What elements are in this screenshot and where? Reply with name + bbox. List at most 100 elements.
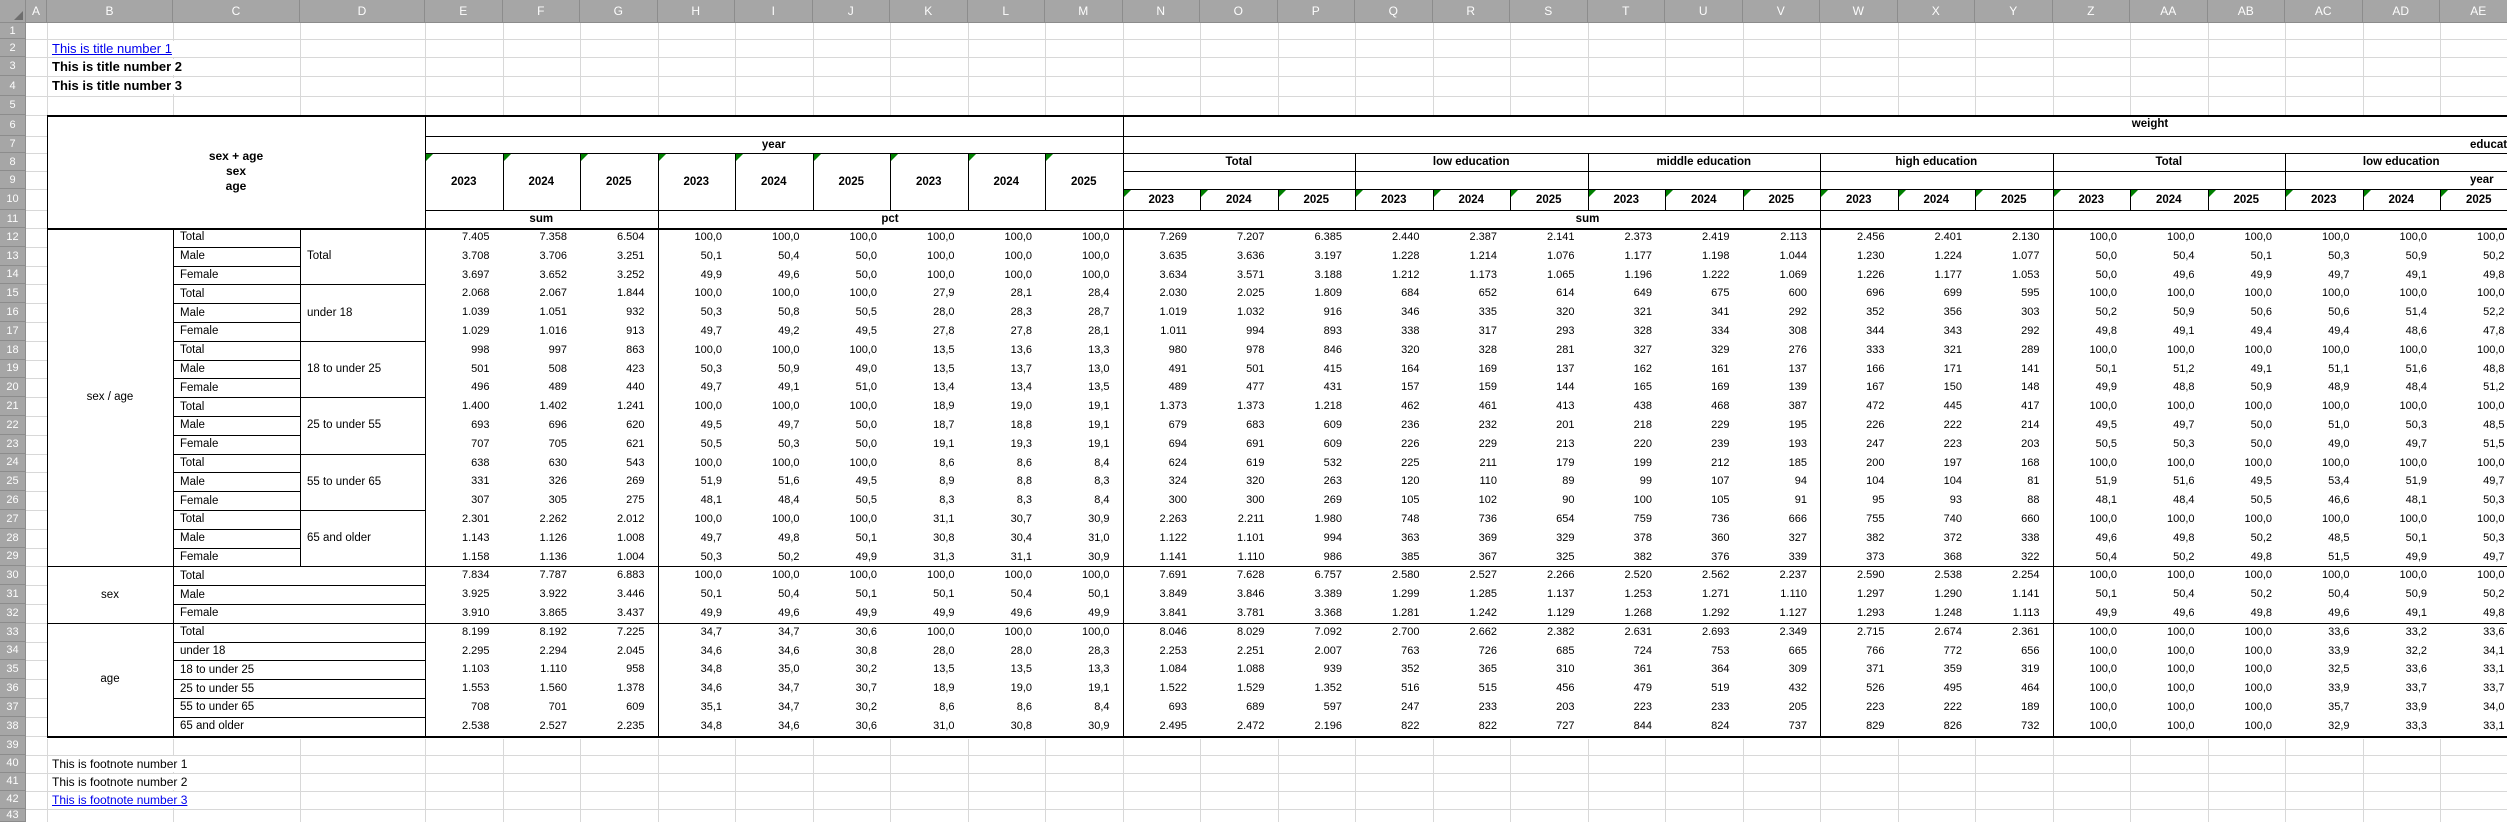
cell-r12c13[interactable]: 2.387 <box>1433 228 1511 247</box>
cell-r31c20[interactable]: 1.141 <box>1975 585 2053 604</box>
cell-r37c11[interactable]: 597 <box>1278 698 1356 717</box>
cell-r35c16[interactable]: 364 <box>1665 660 1743 679</box>
cell-r29c26[interactable]: 49,7 <box>2440 548 2507 567</box>
cell-r36c9[interactable]: 1.522 <box>1123 679 1201 698</box>
cell-r28c4[interactable]: 49,8 <box>735 529 813 548</box>
cell-r34c1[interactable]: 2.294 <box>503 642 581 661</box>
cell-r24c23[interactable]: 100,0 <box>2208 454 2286 473</box>
cell-r17c21[interactable]: 49,8 <box>2053 322 2131 341</box>
cell-r23c16[interactable]: 239 <box>1665 435 1743 454</box>
cell-r23c18[interactable]: 247 <box>1820 435 1898 454</box>
cell-r37c16[interactable]: 233 <box>1665 698 1743 717</box>
cell-r12c0[interactable]: 7.405 <box>425 228 503 247</box>
cell-r23c5[interactable]: 50,0 <box>813 435 891 454</box>
cell-r18c2[interactable]: 863 <box>580 341 658 360</box>
cell-r30c7[interactable]: 100,0 <box>968 566 1046 585</box>
cell-r27c2[interactable]: 2.012 <box>580 510 658 529</box>
cell-r20c7[interactable]: 13,4 <box>968 378 1046 397</box>
cell-r35c17[interactable]: 309 <box>1743 660 1821 679</box>
cell-r35c8[interactable]: 13,3 <box>1045 660 1123 679</box>
cell-r24c10[interactable]: 619 <box>1200 454 1278 473</box>
year-header-cell[interactable]: 2025 <box>580 153 658 210</box>
cell-r36c12[interactable]: 516 <box>1355 679 1433 698</box>
cell-r14c10[interactable]: 3.571 <box>1200 266 1278 285</box>
cell-r24c11[interactable]: 532 <box>1278 454 1356 473</box>
cell-r18c8[interactable]: 13,3 <box>1045 341 1123 360</box>
cell-r27c23[interactable]: 100,0 <box>2208 510 2286 529</box>
cell-r29c22[interactable]: 50,2 <box>2130 548 2208 567</box>
year-header-cell[interactable]: 2025 <box>2208 189 2286 210</box>
cell-r34c2[interactable]: 2.045 <box>580 642 658 661</box>
cell-r30c12[interactable]: 2.580 <box>1355 566 1433 585</box>
cell-r23c14[interactable]: 213 <box>1510 435 1588 454</box>
cell-r26c8[interactable]: 8,4 <box>1045 491 1123 510</box>
cell-r21c25[interactable]: 100,0 <box>2363 397 2441 416</box>
cell-r17c17[interactable]: 308 <box>1743 322 1821 341</box>
cell-r16c10[interactable]: 1.032 <box>1200 303 1278 322</box>
cell-r20c2[interactable]: 440 <box>580 378 658 397</box>
cell-r14c1[interactable]: 3.652 <box>503 266 581 285</box>
row-header-11[interactable]: 11 <box>0 210 26 228</box>
cell-r22c20[interactable]: 214 <box>1975 416 2053 435</box>
cell-r14c12[interactable]: 1.212 <box>1355 266 1433 285</box>
cell-r13c8[interactable]: 100,0 <box>1045 247 1123 266</box>
cell-r14c6[interactable]: 100,0 <box>890 266 968 285</box>
cell-r32c26[interactable]: 49,8 <box>2440 604 2507 623</box>
cell-r30c22[interactable]: 100,0 <box>2130 566 2208 585</box>
cell-r18c7[interactable]: 13,6 <box>968 341 1046 360</box>
cell-r34c26[interactable]: 34,1 <box>2440 642 2507 661</box>
cell-r17c11[interactable]: 893 <box>1278 322 1356 341</box>
year-header-cell[interactable]: 2023 <box>1820 189 1898 210</box>
cell-r16c25[interactable]: 51,4 <box>2363 303 2441 322</box>
cell-r25c9[interactable]: 324 <box>1123 472 1201 491</box>
cell-r12c23[interactable]: 100,0 <box>2208 228 2286 247</box>
cell-r15c25[interactable]: 100,0 <box>2363 284 2441 303</box>
row-header-3[interactable]: 3 <box>0 57 26 76</box>
cell-r37c23[interactable]: 100,0 <box>2208 698 2286 717</box>
cell-r36c1[interactable]: 1.560 <box>503 679 581 698</box>
cell-r19c11[interactable]: 415 <box>1278 360 1356 379</box>
cell-r21c3[interactable]: 100,0 <box>658 397 736 416</box>
column-header-I[interactable]: I <box>735 0 813 23</box>
cell-r24c26[interactable]: 100,0 <box>2440 454 2507 473</box>
cell-r24c4[interactable]: 100,0 <box>735 454 813 473</box>
cell-r25c2[interactable]: 269 <box>580 472 658 491</box>
cell-r13c6[interactable]: 100,0 <box>890 247 968 266</box>
cell-r18c26[interactable]: 100,0 <box>2440 341 2507 360</box>
cell-r17c1[interactable]: 1.016 <box>503 322 581 341</box>
row-header-14[interactable]: 14 <box>0 266 26 285</box>
cell-r26c5[interactable]: 50,5 <box>813 491 891 510</box>
cell-r25c15[interactable]: 99 <box>1588 472 1666 491</box>
year-header-cell[interactable]: 2023 <box>425 153 503 210</box>
cell-r29c16[interactable]: 376 <box>1665 548 1743 567</box>
column-header-AB[interactable]: AB <box>2208 0 2286 23</box>
cell-r31c0[interactable]: 3.925 <box>425 585 503 604</box>
cell-r23c26[interactable]: 51,5 <box>2440 435 2507 454</box>
cell-r34c3[interactable]: 34,6 <box>658 642 736 661</box>
cell-r27c19[interactable]: 740 <box>1898 510 1976 529</box>
cell-r37c2[interactable]: 609 <box>580 698 658 717</box>
cell-r22c0[interactable]: 693 <box>425 416 503 435</box>
cell-r21c14[interactable]: 413 <box>1510 397 1588 416</box>
column-header-C[interactable]: C <box>173 0 300 23</box>
cell-r15c24[interactable]: 100,0 <box>2285 284 2363 303</box>
cell-r25c26[interactable]: 49,7 <box>2440 472 2507 491</box>
cell-r29c13[interactable]: 367 <box>1433 548 1511 567</box>
cell-r37c8[interactable]: 8,4 <box>1045 698 1123 717</box>
stub-sex-Total[interactable]: Total <box>173 341 300 360</box>
row-header-27[interactable]: 27 <box>0 510 26 529</box>
column-header-O[interactable]: O <box>1200 0 1278 23</box>
cell-r13c13[interactable]: 1.214 <box>1433 247 1511 266</box>
cell-r36c26[interactable]: 33,7 <box>2440 679 2507 698</box>
stub-label-18-to-under-25[interactable]: 18 to under 25 <box>173 660 425 679</box>
column-header-B[interactable]: B <box>47 0 173 23</box>
cell-r29c18[interactable]: 373 <box>1820 548 1898 567</box>
year-header-cell[interactable]: 2024 <box>1433 189 1511 210</box>
cell-r21c8[interactable]: 19,1 <box>1045 397 1123 416</box>
cell-r21c24[interactable]: 100,0 <box>2285 397 2363 416</box>
cell-r29c24[interactable]: 51,5 <box>2285 548 2363 567</box>
cell-r23c17[interactable]: 193 <box>1743 435 1821 454</box>
cell-r12c20[interactable]: 2.130 <box>1975 228 2053 247</box>
cell-r25c18[interactable]: 104 <box>1820 472 1898 491</box>
cell-r29c25[interactable]: 49,9 <box>2363 548 2441 567</box>
